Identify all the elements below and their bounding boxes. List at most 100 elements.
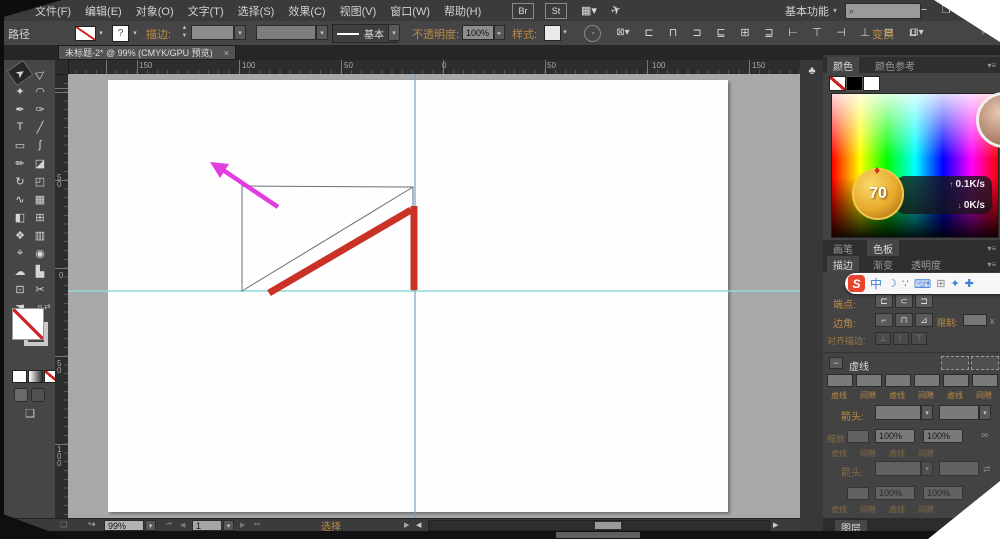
profile-mini-input[interactable] <box>847 430 869 443</box>
stroke-weight-stepper[interactable]: ▲ ▼ <box>180 24 189 41</box>
pencil-tool[interactable]: ✏ <box>11 155 29 171</box>
search-box[interactable]: ⌕ <box>845 3 921 19</box>
limit-input[interactable] <box>963 314 987 326</box>
screen-mode-button[interactable]: ❏ <box>20 406 40 420</box>
minimize-button[interactable]: − <box>916 3 932 17</box>
swap-fill-stroke-icon[interactable]: ⇄ <box>44 302 51 311</box>
fill-proxy-swatch[interactable] <box>12 308 44 340</box>
last-artboard-icon[interactable]: ⏭ <box>254 521 260 529</box>
width-tool[interactable]: ∿ <box>11 191 29 207</box>
arrowhead-end-select-ghost[interactable] <box>939 461 979 476</box>
collapse-dock-icon[interactable]: ♣ <box>804 64 820 78</box>
cap-butt-button[interactable]: ⊏ <box>875 294 893 308</box>
document-tab[interactable]: 未标题-2* @ 99% (CMYK/GPU 预览) × <box>58 45 236 60</box>
tab-swatches[interactable]: 色板 <box>867 240 899 256</box>
tab-transparency[interactable]: 透明度 <box>905 256 947 272</box>
arrow-scale-start-input[interactable]: 100% <box>875 429 915 443</box>
zoom-level-input[interactable]: 99% <box>104 520 144 531</box>
shape-builder-tool[interactable]: ◧ <box>11 209 29 225</box>
align-vertical-bottom-icon[interactable]: ⊒ <box>760 24 778 40</box>
arrowhead-start-select[interactable] <box>875 405 921 420</box>
ime-skin-icon[interactable]: ✦ <box>950 277 959 290</box>
search-input[interactable] <box>857 4 912 18</box>
zoom-level-dd[interactable]: ▾ <box>145 520 156 531</box>
eraser-tool[interactable]: ◪ <box>31 155 49 171</box>
align-stroke-center-button[interactable]: ⊥ <box>875 332 891 345</box>
color-mode-button[interactable] <box>12 370 27 383</box>
ime-toolbar[interactable]: S 中 ☽ ∵ ⌨ ⊞ ✦ ✚ <box>845 273 1000 294</box>
menu-select[interactable]: 选择(S) <box>238 3 275 19</box>
align-horizontal-right-icon[interactable]: ⊐ <box>688 24 706 40</box>
width-profile-dd[interactable]: ▾ <box>316 25 328 40</box>
dash-input-1[interactable] <box>827 374 853 387</box>
style-dd[interactable]: ▾ <box>560 25 570 39</box>
menu-type[interactable]: 文字(T) <box>188 3 224 19</box>
align-stroke-inside-button[interactable]: ⊦ <box>893 332 909 345</box>
menu-help[interactable]: 帮助(H) <box>444 3 481 19</box>
align-horizontal-left-icon[interactable]: ⊏ <box>640 24 658 40</box>
arrowhead-start-dd-ghost[interactable]: ▾ <box>921 461 933 476</box>
corner-round-button[interactable]: ⊓ <box>895 313 913 327</box>
artboard-number-dd[interactable]: ▾ <box>223 520 234 531</box>
canvas-viewport[interactable] <box>68 74 800 518</box>
ime-logo[interactable]: S <box>848 275 865 292</box>
slice-tool[interactable]: ✂ <box>31 281 49 297</box>
line-segment-tool[interactable]: ╱ <box>31 119 49 135</box>
workspace-switcher[interactable]: 基本功能 <box>785 3 829 19</box>
direct-selection-tool[interactable]: ▷ <box>28 61 52 84</box>
stroke-color-swatch[interactable]: ? <box>112 25 129 42</box>
free-transform-tool[interactable]: ▦ <box>31 191 49 207</box>
curvature-tool[interactable]: ✑ <box>31 101 49 117</box>
artwork-layer[interactable] <box>68 74 800 518</box>
horizontal-ruler[interactable]: 150 100 50 0 50 100 150 <box>55 60 800 75</box>
pen-tool[interactable]: ✒ <box>11 101 29 117</box>
arrowhead-end-dd[interactable]: ▾ <box>979 405 991 420</box>
ime-moon-icon[interactable]: ☽ <box>887 277 897 290</box>
next-artboard-icon[interactable]: ▶ <box>240 521 245 529</box>
speed-widget[interactable]: ↑ 0.1K/s ↓ 0K/s <box>896 176 992 214</box>
tab-brushes[interactable]: 画笔 <box>827 240 859 256</box>
tab-gradient[interactable]: 渐变 <box>867 256 899 272</box>
ime-dots-icon[interactable]: ∵ <box>902 277 909 290</box>
corner-bevel-button[interactable]: ⊿ <box>915 313 933 327</box>
hscroll-left-icon[interactable]: ◀ <box>416 521 421 529</box>
symbol-sprayer-tool[interactable]: ☁ <box>11 263 29 279</box>
vertical-ruler[interactable]: 50 0 50 100 <box>55 74 69 518</box>
panel-menu-icon[interactable]: ▾≡ <box>987 244 996 253</box>
ime-keyboard-icon[interactable]: ⌨ <box>914 277 931 291</box>
blend-tool[interactable]: ◉ <box>31 245 49 261</box>
ime-wrench-icon[interactable]: ✚ <box>965 277 974 290</box>
eyedropper-tool[interactable]: ⌖ <box>11 245 29 261</box>
arrowhead-start-select-ghost[interactable] <box>875 461 921 476</box>
stroke-weight-dd[interactable]: ▾ <box>234 25 246 40</box>
stroke-weight-input[interactable] <box>191 25 234 40</box>
rectangle-tool[interactable]: ▭ <box>11 137 29 153</box>
panel-menu-icon[interactable]: ▾≡ <box>987 61 996 70</box>
perspective-grid-tool[interactable]: ⊞ <box>31 209 49 225</box>
gradient-tool[interactable]: ▥ <box>31 227 49 243</box>
gap-input-2[interactable] <box>914 374 940 387</box>
swap-arrowheads-icon[interactable]: ⇄ <box>983 464 991 475</box>
gradient-mode-button[interactable] <box>28 370 43 383</box>
color-spectrum[interactable] <box>831 93 999 238</box>
align-vertical-top-icon[interactable]: ⊑ <box>712 24 730 40</box>
cap-round-button[interactable]: ⊂ <box>895 294 913 308</box>
opacity-expand-icon[interactable]: ▸ <box>494 25 505 40</box>
graph-tool[interactable]: ▙ <box>31 263 49 279</box>
export-icon[interactable]: ↪ <box>88 519 96 530</box>
align-stroke-outside-button[interactable]: ⊤ <box>911 332 927 345</box>
opacity-input[interactable]: 100% <box>462 25 494 40</box>
ime-lang-icon[interactable]: 中 <box>870 275 882 292</box>
ruler-origin[interactable] <box>55 60 69 75</box>
distribute-center-icon[interactable]: ⊤ <box>808 24 826 40</box>
gap-input-3[interactable] <box>972 374 998 387</box>
type-tool[interactable]: T <box>11 119 29 135</box>
menu-object[interactable]: 对象(O) <box>136 3 174 19</box>
dashed-line-checkbox[interactable]: − <box>829 357 843 369</box>
black-swatch[interactable] <box>846 76 863 91</box>
width-profile-select[interactable] <box>256 25 316 40</box>
prev-artboard-icon[interactable]: ◀ <box>180 521 185 529</box>
cap-projecting-button[interactable]: ⊐ <box>915 294 933 308</box>
dash-align-button[interactable] <box>971 356 999 370</box>
tab-stroke[interactable]: 描边 <box>827 256 859 272</box>
